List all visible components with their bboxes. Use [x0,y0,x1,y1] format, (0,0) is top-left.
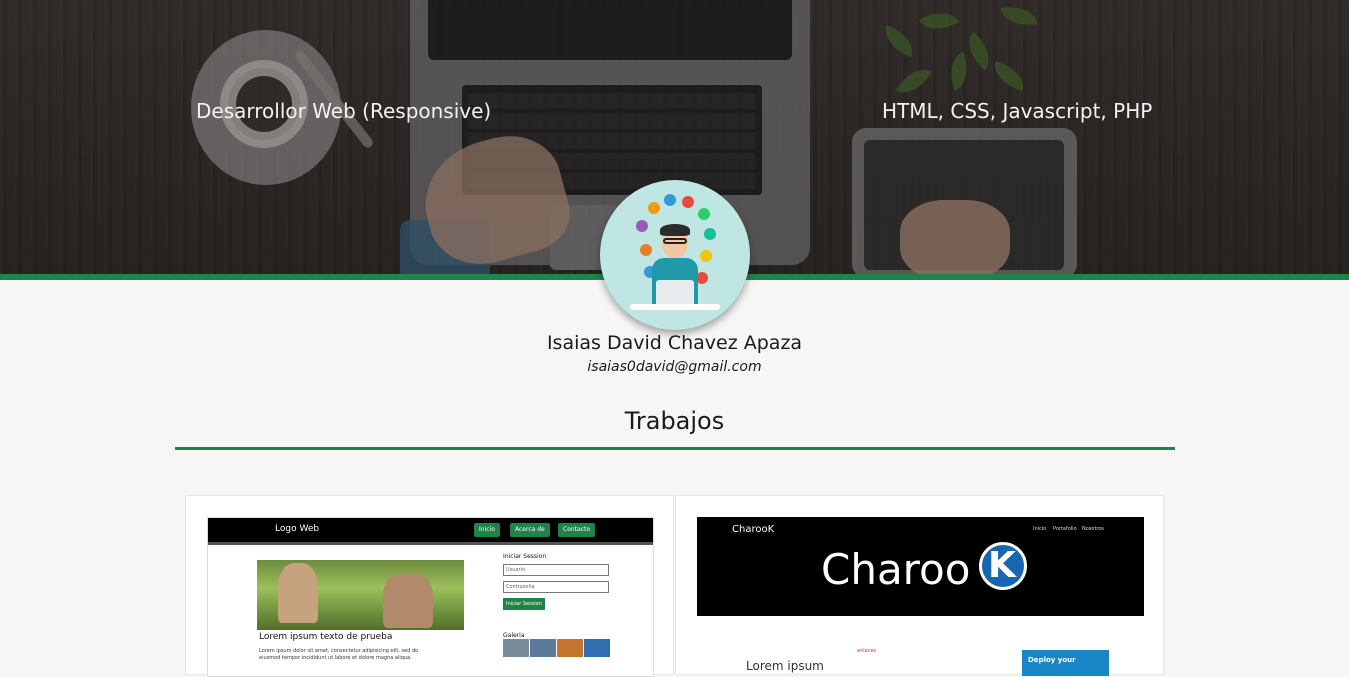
profile-email: isaias0david@gmail.com [587,359,762,375]
preview-navbar: Logo Web Inicio Acerca de Contacto [208,518,653,542]
hero-tagline-left: Desarrollor Web (Responsive) [196,99,492,123]
preview-brand-big: Charoo [821,545,971,594]
preview-brand-small: CharooK [732,524,775,535]
project-card-1[interactable]: Logo Web Inicio Acerca de Contacto Lorem… [185,495,674,677]
preview-nav-inicio: Inicio [474,523,500,537]
project-screenshot-2[interactable]: CharooK Inicio Portafolio Nosotros Charo… [697,517,1144,616]
preview-user-input: Usuario [503,564,609,576]
preview-nav-acerca: Acerca de [510,523,550,537]
preview-nav-link-3: Nosotros [1082,526,1105,532]
preview-heading: Lorem ipsum texto de prueba [259,632,393,642]
project-screenshot-1[interactable]: Logo Web Inicio Acerca de Contacto Lorem… [207,517,654,677]
preview-paragraph: Lorem ipsum dolor sit amet, consectetur … [259,648,419,661]
preview-small-label: enlaces [857,648,877,654]
preview-brand-k: K [988,545,1016,586]
preview-login-title: Iniciar Session [503,553,547,560]
preview-nav-contacto: Contacto [558,523,596,537]
avatar [600,180,750,330]
preview-gallery-title: Galeria [503,632,525,639]
preview-nav-link-1: Inicio [1033,526,1047,532]
section-title: Trabajos [624,407,725,435]
preview-pass-input: Contraseña [503,581,609,593]
profile-name: Isaias David Chavez Apaza [546,332,803,354]
project-card-2[interactable]: CharooK Inicio Portafolio Nosotros Charo… [675,495,1164,676]
preview-body-text: Lorem ipsum [746,659,824,673]
section-divider [175,447,1175,450]
preview-nav-link-2: Portafolio [1053,526,1077,532]
preview-logo: Logo Web [275,524,320,534]
preview-login-button: Iniciar Session [503,598,545,610]
preview-ad-text: Deploy your [1028,656,1076,664]
hero-tagline-right: HTML, CSS, Javascript, PHP [882,99,1153,123]
